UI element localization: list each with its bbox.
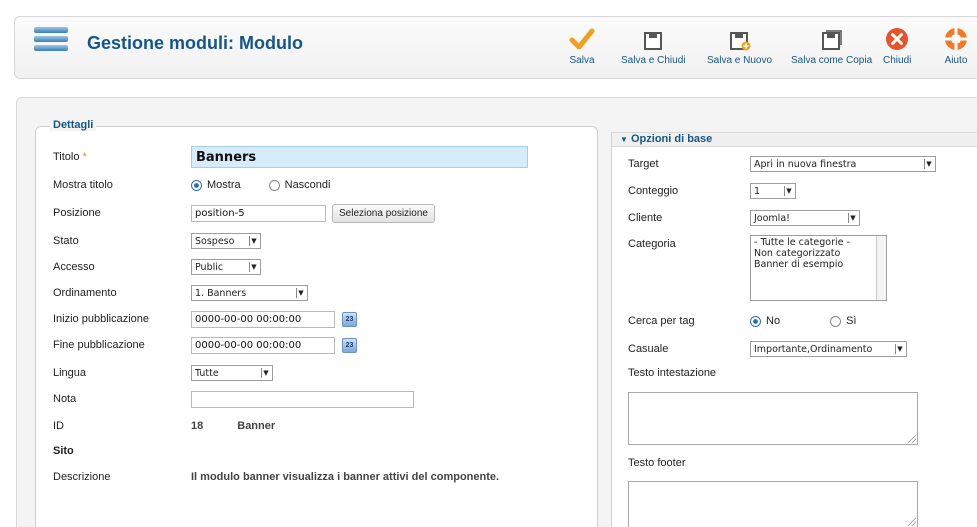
basic-options-heading: Opzioni di base — [630, 133, 713, 145]
chevron-down-icon: ▼ — [784, 186, 793, 196]
tag-no-label: No — [766, 315, 781, 327]
chevron-down-icon: ▼ — [895, 344, 904, 354]
category-option[interactable]: - Tutte le categorie - — [754, 237, 883, 248]
chevron-down-icon: ▼ — [924, 159, 933, 169]
close-icon — [883, 23, 911, 51]
title-label: Titolo — [53, 151, 80, 163]
category-option[interactable]: Non categorizzato — [754, 248, 883, 259]
help-icon — [944, 23, 968, 51]
count-label: Conteggio — [628, 185, 679, 197]
position-input[interactable]: position-5 — [191, 204, 326, 222]
note-label: Nota — [53, 393, 77, 405]
chevron-down-icon: ▼ — [848, 213, 857, 223]
note-input[interactable] — [191, 390, 414, 408]
description-label: Descrizione — [53, 471, 111, 483]
save-close-icon — [621, 23, 685, 51]
show-title-label: Mostra titolo — [53, 179, 113, 191]
toolbar-header: Gestione moduli: Modulo Salva Salva e Ch… — [14, 16, 977, 79]
access-select[interactable]: Public ▼ — [191, 259, 261, 275]
save-new-icon — [707, 23, 772, 51]
id-value: 18 — [191, 420, 204, 432]
state-label: Stato — [53, 235, 79, 247]
target-select[interactable]: Apri in nuova finestra ▼ — [750, 156, 936, 172]
save-button[interactable]: Salva — [569, 23, 595, 66]
show-title-radio-show[interactable] — [191, 179, 202, 191]
tag-search-radio-yes[interactable] — [830, 315, 842, 327]
page-title: Gestione moduli: Modulo — [87, 33, 303, 53]
footer-text-textarea[interactable] — [628, 481, 918, 527]
triangle-down-icon: ▼ — [620, 135, 628, 144]
save-close-button[interactable]: Salva e Chiudi — [621, 23, 685, 66]
id-label: ID — [53, 420, 64, 432]
client-label: Cliente — [628, 212, 663, 224]
footer-text-label: Testo footer — [628, 457, 686, 469]
tag-search-radio-no[interactable] — [750, 315, 761, 327]
chevron-down-icon: ▼ — [249, 236, 258, 246]
random-select[interactable]: Importante,Ordinamento ▼ — [750, 341, 907, 357]
publish-down-input[interactable]: 0000-00-00 00:00:00 — [191, 336, 335, 354]
state-select[interactable]: Sospeso ▼ — [191, 233, 261, 249]
count-select[interactable]: 1 ▼ — [750, 183, 796, 199]
header-text-label: Testo intestazione — [628, 367, 717, 379]
header-text-textarea[interactable] — [628, 392, 918, 445]
basic-options-panel: ▼ Opzioni di base Target Apri in nuova f… — [611, 132, 977, 527]
category-listbox[interactable]: - Tutte le categorie - Non categorizzato… — [750, 235, 887, 301]
calendar-icon[interactable]: 23 — [342, 337, 357, 353]
required-marker: * — [82, 151, 87, 163]
language-select[interactable]: Tutte ▼ — [191, 365, 273, 381]
category-option[interactable]: Banner di esempio — [754, 259, 883, 270]
publish-up-input[interactable]: 0000-00-00 00:00:00 — [191, 310, 335, 328]
description-text: Il modulo banner visualizza i banner att… — [191, 471, 500, 483]
checkmark-icon — [569, 23, 595, 51]
module-type: Banner — [237, 420, 276, 432]
client-select[interactable]: Joomla! ▼ — [750, 210, 860, 226]
site-label: Sito — [53, 445, 74, 457]
calendar-icon[interactable]: 23 — [342, 311, 357, 327]
position-label: Posizione — [53, 207, 101, 219]
tag-search-label: Cerca per tag — [628, 315, 695, 327]
save-new-button[interactable]: Salva e Nuovo — [707, 23, 772, 66]
language-label: Lingua — [53, 367, 87, 379]
details-fieldset: Dettagli Titolo * Banners Mostra titolo … — [35, 119, 598, 527]
chevron-down-icon: ▼ — [261, 368, 270, 378]
details-legend: Dettagli — [50, 119, 97, 131]
module-manager-icon — [34, 27, 68, 57]
random-label: Casuale — [628, 343, 669, 355]
listbox-scrollbar[interactable] — [876, 236, 886, 300]
save-copy-button[interactable]: Salva come Copia — [791, 23, 872, 66]
module-edit-panel: Dettagli Titolo * Banners Mostra titolo … — [16, 97, 977, 527]
show-title-radio-hide[interactable] — [268, 179, 280, 191]
publish-down-label: Fine pubblicazione — [53, 339, 145, 351]
chevron-down-icon: ▼ — [249, 262, 258, 272]
ordering-select[interactable]: 1. Banners ▼ — [191, 285, 308, 301]
title-input[interactable]: Banners — [191, 146, 528, 168]
access-label: Accesso — [53, 261, 95, 273]
select-position-button[interactable]: Seleziona posizione — [332, 203, 435, 223]
chevron-down-icon: ▼ — [296, 288, 305, 298]
ordering-label: Ordinamento — [53, 287, 117, 299]
publish-up-label: Inizio pubblicazione — [53, 313, 150, 325]
save-copy-icon — [791, 23, 872, 51]
tag-yes-label: Sì — [846, 315, 857, 327]
help-button[interactable]: Aiuto — [944, 23, 968, 66]
close-button[interactable]: Chiudi — [883, 23, 911, 66]
basic-options-toggle[interactable]: ▼ Opzioni di base — [612, 132, 977, 147]
target-label: Target — [628, 158, 659, 170]
hide-option-label: Nascondi — [284, 179, 331, 191]
show-option-label: Mostra — [207, 179, 241, 191]
category-label: Categoria — [628, 238, 676, 250]
